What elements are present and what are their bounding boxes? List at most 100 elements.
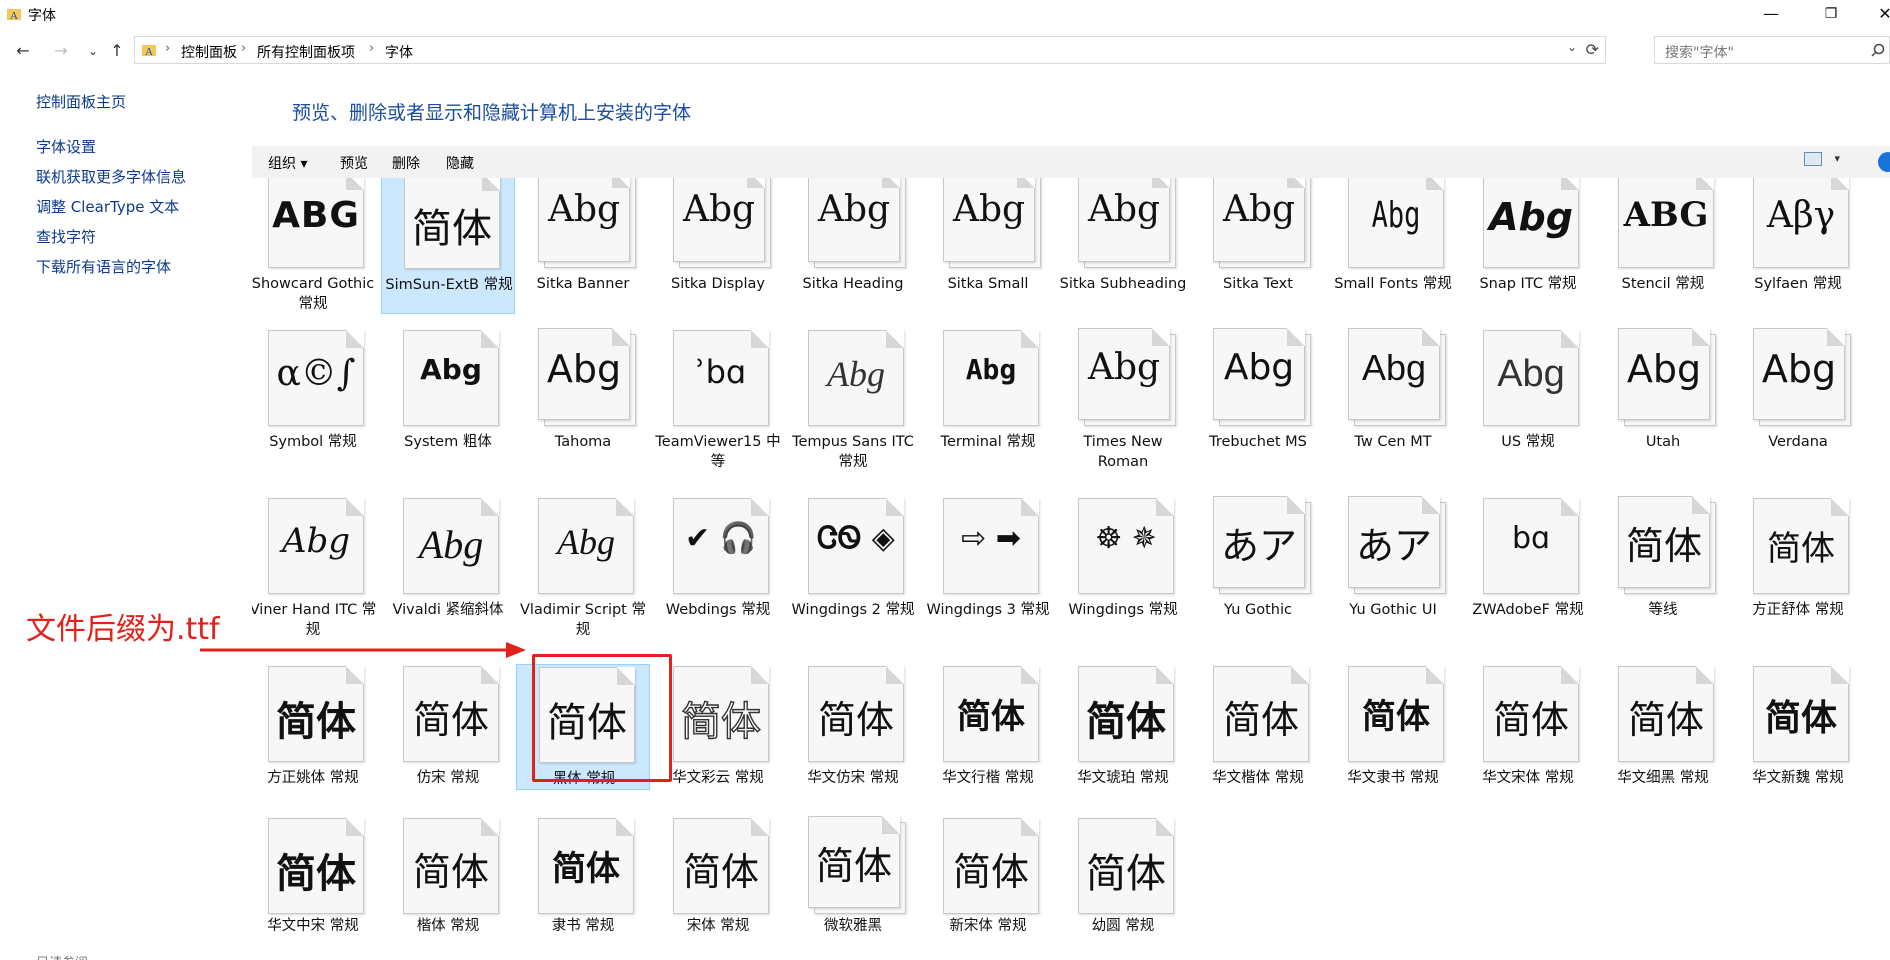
font-tile[interactable]: Abg Verdana — [1731, 328, 1865, 454]
font-tile[interactable]: 简体 华文宋体 常规 — [1461, 664, 1595, 790]
font-tile[interactable]: 简体 华文隶书 常规 — [1326, 664, 1460, 790]
search-icon[interactable] — [1871, 43, 1885, 57]
font-tile[interactable]: Αβγ Sylfaen 常规 — [1731, 178, 1865, 296]
address-bar[interactable]: A › 控制面板 › 所有控制面板项 › 字体 ⌄ ⟳ — [134, 36, 1606, 64]
font-tile[interactable]: Abg Sitka Heading — [786, 178, 920, 314]
minimize-button[interactable]: — — [1748, 0, 1794, 28]
hide-button[interactable]: 隐藏 — [446, 153, 474, 173]
font-tile[interactable]: 简体 华文细黑 常规 — [1596, 664, 1730, 790]
font-page: Abg — [403, 330, 499, 426]
font-file-icon: 简体 — [268, 664, 386, 762]
help-icon[interactable] — [1878, 152, 1890, 172]
font-tile[interactable]: 简体 方正舒体 常规 — [1731, 496, 1865, 622]
recent-locations-dropdown[interactable]: ⌄ — [82, 40, 104, 62]
font-tile[interactable]: ☸ ✵ Wingdings 常规 — [1056, 496, 1190, 640]
font-sample-preview: Abg — [1222, 189, 1296, 230]
font-tile[interactable]: Abg Terminal 常规 — [921, 328, 1055, 454]
font-tile[interactable]: 简体 SimSun-ExtB 常规 — [381, 178, 515, 314]
font-tile[interactable]: 简体 新宋体 常规 — [921, 816, 1055, 942]
font-tile[interactable]: Abg Vivaldi 紧缩斜体 — [381, 496, 515, 640]
font-tile[interactable]: 简体 华文仿宋 常规 — [786, 664, 920, 790]
font-tile[interactable]: Abg Small Fonts 常规 — [1326, 178, 1460, 314]
font-tile[interactable]: 简体 等线 — [1596, 496, 1730, 622]
font-tile[interactable]: Abg US 常规 — [1461, 328, 1595, 454]
delete-button[interactable]: 删除 — [392, 153, 420, 173]
font-tile[interactable]: Abg Trebuchet MS — [1191, 328, 1325, 472]
font-tile[interactable]: 简体 华文琥珀 常规 — [1056, 664, 1190, 790]
font-tile[interactable]: ᏣᏫ ◈ Wingdings 2 常规 — [786, 496, 920, 640]
search-box[interactable]: 搜索"字体" — [1654, 36, 1890, 64]
font-tile[interactable]: Abg Viner Hand ITC 常规 — [252, 496, 380, 640]
font-tile[interactable]: Abg Utah — [1596, 328, 1730, 454]
change-view-icon[interactable] — [1804, 152, 1822, 166]
font-sample-preview: ☸ ✵ — [1095, 521, 1157, 556]
font-file-icon: Abg — [1348, 178, 1466, 268]
font-page: Abg — [808, 178, 900, 262]
font-tile[interactable]: Abg Sitka Display — [651, 178, 785, 314]
font-tile[interactable]: 简体 华文中宋 常规 — [252, 816, 380, 942]
font-tile[interactable]: 简体 方正姚体 常规 — [252, 664, 380, 790]
close-button[interactable]: ✕ — [1862, 0, 1890, 28]
font-tile[interactable]: あア Yu Gothic UI — [1326, 496, 1460, 640]
font-tile[interactable]: Abg Tw Cen MT — [1326, 328, 1460, 454]
preview-button[interactable]: 预览 — [340, 153, 368, 173]
font-sample-preview: bɑ — [1511, 521, 1551, 556]
font-tile[interactable]: 简体 楷体 常规 — [381, 816, 515, 942]
forward-button[interactable]: → — [50, 40, 72, 62]
back-button[interactable]: ← — [12, 40, 34, 62]
font-tile[interactable]: 简体 仿宋 常规 — [381, 664, 515, 790]
font-tile[interactable]: 简体 宋体 常规 — [651, 816, 785, 942]
font-tile[interactable]: Abg Sitka Text — [1191, 178, 1325, 296]
font-tile[interactable]: あア Yu Gothic — [1191, 496, 1325, 622]
address-dropdown-icon[interactable]: ⌄ — [1567, 40, 1577, 54]
breadcrumb-fonts[interactable]: 字体 — [385, 42, 413, 62]
font-tile[interactable]: Abg Tahoma — [516, 328, 650, 454]
font-tile[interactable]: 简体 微软雅黑 — [786, 816, 920, 942]
font-page: ABG — [1618, 178, 1714, 268]
breadcrumb-all-items[interactable]: 所有控制面板项 — [257, 42, 355, 62]
font-tile[interactable]: 简体 华文楷体 常规 — [1191, 664, 1325, 790]
font-tile[interactable]: 简体 隶书 常规 — [516, 816, 650, 942]
font-name-label: System 粗体 — [404, 434, 492, 450]
font-page: Abg — [1348, 328, 1440, 420]
font-tile[interactable]: Abg Tempus Sans ITC 常规 — [786, 328, 920, 472]
font-tile[interactable]: Abg Snap ITC 常规 — [1461, 178, 1595, 296]
font-file-icon: 简体 — [268, 816, 386, 914]
font-tile[interactable]: 简体 华文行楷 常规 — [921, 664, 1055, 790]
font-tile[interactable]: ABG Showcard Gothic 常规 — [252, 178, 380, 314]
font-tile[interactable]: ABG Stencil 常规 — [1596, 178, 1730, 296]
font-file-icon: ABG — [268, 178, 386, 268]
font-sample-preview: 简体 — [1492, 698, 1569, 742]
font-file-icon: Abg — [1483, 178, 1601, 268]
font-tile[interactable]: Abg System 粗体 — [381, 328, 515, 454]
font-tile[interactable]: ✔ 🎧 Webdings 常规 — [651, 496, 785, 622]
maximize-button[interactable]: ❐ — [1808, 0, 1854, 28]
search-input[interactable]: 搜索"字体" — [1665, 42, 1734, 62]
refresh-icon[interactable]: ⟳ — [1586, 40, 1599, 59]
font-tile[interactable]: bɑ ZWAdobeF 常规 — [1461, 496, 1595, 622]
get-font-info-online-link[interactable]: 联机获取更多字体信息 — [36, 166, 186, 187]
font-tile[interactable]: Abg Vladimir Script 常规 — [516, 496, 650, 640]
font-tile[interactable]: Abg Sitka Subheading — [1056, 178, 1190, 314]
font-tile[interactable]: Abg Sitka Small — [921, 178, 1055, 296]
font-file-icon: 简体 — [1753, 496, 1871, 594]
font-tile[interactable]: ⇨ ➡ Wingdings 3 常规 — [921, 496, 1055, 640]
font-settings-link[interactable]: 字体设置 — [36, 136, 96, 157]
font-tile[interactable]: 简体 华文新魏 常规 — [1731, 664, 1865, 790]
font-tile[interactable]: ʾbɑ TeamViewer15 中等 — [651, 328, 785, 472]
up-button[interactable]: ↑ — [106, 40, 128, 62]
organize-menu[interactable]: 组织 ▾ — [268, 153, 307, 173]
font-tile[interactable]: Abg Sitka Banner — [516, 178, 650, 314]
font-file-icon: Abg — [943, 328, 1061, 426]
breadcrumb-control-panel[interactable]: 控制面板 — [181, 42, 237, 62]
control-panel-home-link[interactable]: 控制面板主页 — [36, 91, 126, 112]
font-page: あア — [1213, 496, 1305, 588]
view-options-dropdown[interactable]: ▾ — [1834, 152, 1840, 165]
font-tile[interactable]: 简体 幼圆 常规 — [1056, 816, 1190, 942]
download-fonts-link[interactable]: 下载所有语言的字体 — [36, 256, 171, 277]
find-character-link[interactable]: 查找字符 — [36, 226, 96, 247]
font-tile[interactable]: Abg Times New Roman — [1056, 328, 1190, 472]
adjust-cleartype-link[interactable]: 调整 ClearType 文本 — [36, 196, 179, 217]
font-tile[interactable]: α©∫ Symbol 常规 — [252, 328, 380, 454]
font-page: あア — [1348, 496, 1440, 588]
